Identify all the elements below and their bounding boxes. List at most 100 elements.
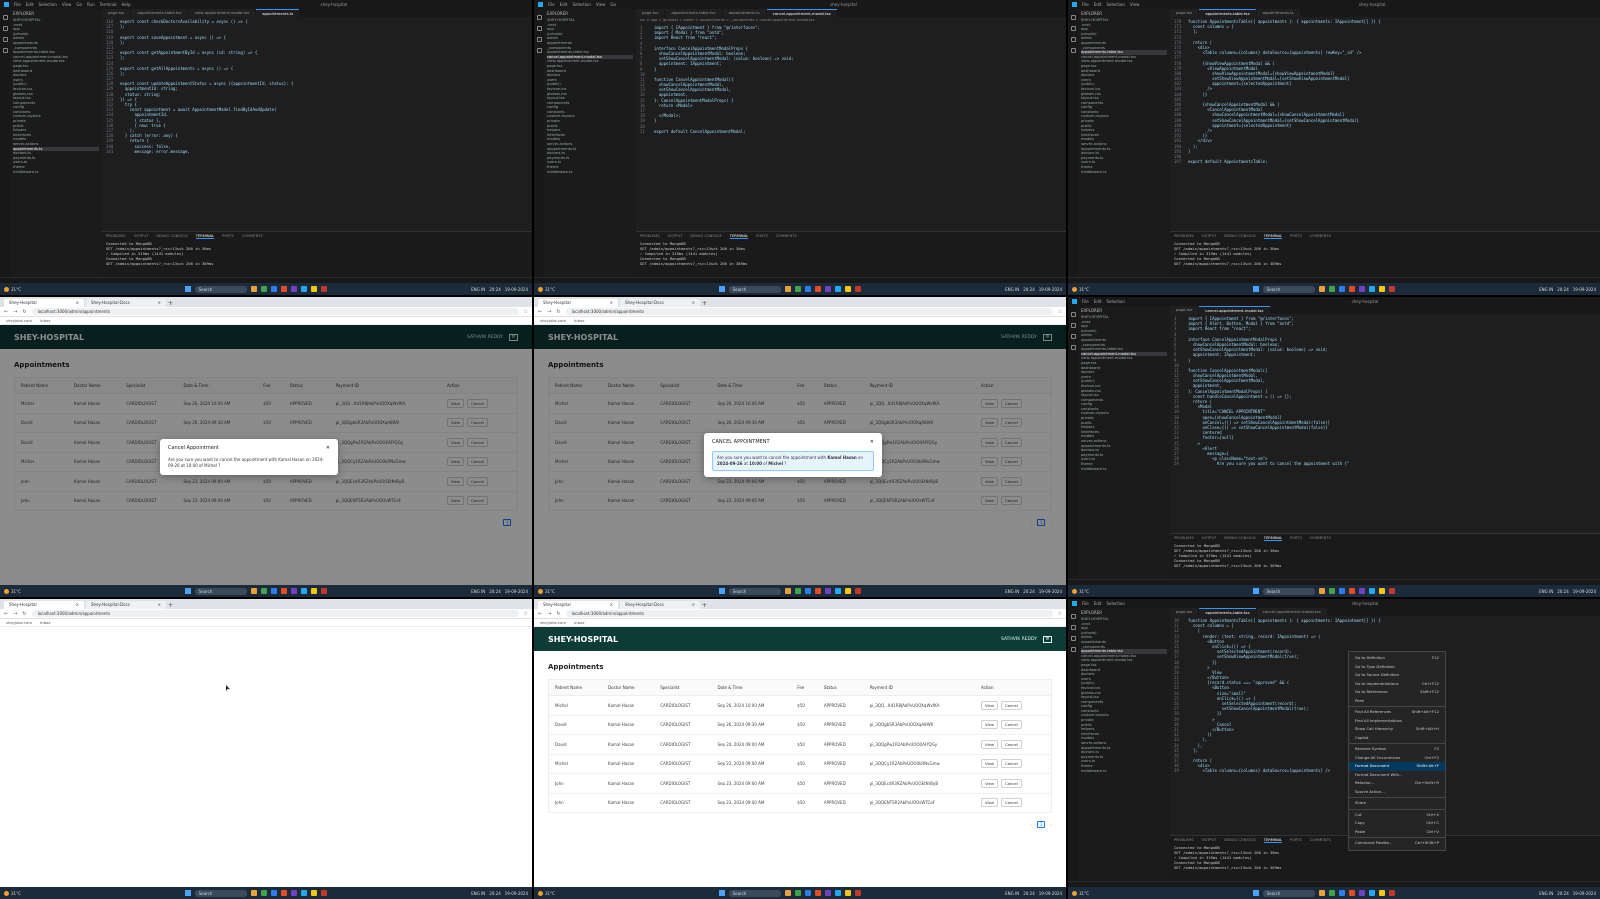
panel-tab-terminal[interactable]: TERMINAL bbox=[1263, 234, 1283, 239]
taskbar-app-icon[interactable] bbox=[1368, 286, 1375, 292]
taskbar-app-icon[interactable] bbox=[1378, 588, 1385, 594]
new-tab-icon[interactable]: + bbox=[702, 602, 707, 609]
taskbar-app-icon[interactable] bbox=[290, 286, 297, 292]
bookmark-link[interactable]: sheyjobs.com bbox=[540, 620, 566, 625]
tab-page[interactable]: page.tsx bbox=[1170, 9, 1199, 17]
forward-icon[interactable]: → bbox=[547, 611, 551, 617]
reload-icon[interactable]: ↻ bbox=[22, 611, 26, 617]
taskbar-search[interactable]: Search bbox=[1262, 889, 1315, 897]
taskbar-search[interactable]: Search bbox=[728, 889, 781, 897]
taskbar-app-icon[interactable] bbox=[300, 588, 307, 594]
weather-widget[interactable]: 31°C bbox=[538, 588, 574, 594]
taskbar-search[interactable]: Search bbox=[728, 587, 781, 595]
user-name[interactable]: SATHVIK REDDY bbox=[1001, 637, 1037, 642]
close-icon[interactable]: ✕ bbox=[326, 445, 330, 451]
context-menu-item[interactable]: Format Document With... bbox=[1349, 771, 1445, 780]
clock-time[interactable]: 20:24 bbox=[1557, 287, 1569, 292]
browser-tab[interactable]: Shey-Hospital-Docs × bbox=[620, 299, 700, 307]
context-menu-item[interactable]: Format Document Shift+Alt+F bbox=[1349, 762, 1445, 771]
reload-icon[interactable]: ↻ bbox=[22, 309, 26, 315]
windows-start-icon[interactable] bbox=[718, 890, 725, 896]
taskbar-app-icon[interactable] bbox=[804, 286, 811, 292]
context-menu-item[interactable]: Command Palette... Ctrl+Shift+P bbox=[1349, 839, 1445, 848]
taskbar-app-icon[interactable] bbox=[290, 890, 297, 896]
windows-start-icon[interactable] bbox=[718, 286, 725, 292]
menu-edit[interactable]: Edit bbox=[1094, 2, 1102, 7]
close-tab-icon[interactable]: × bbox=[158, 601, 161, 609]
view-button[interactable]: View bbox=[980, 739, 998, 749]
windows-start-icon[interactable] bbox=[718, 588, 725, 594]
menu-edit[interactable]: Edit bbox=[1094, 299, 1102, 304]
source-control-icon[interactable] bbox=[1070, 636, 1076, 641]
close-tab-icon[interactable]: × bbox=[692, 299, 695, 307]
taskbar-app-icon[interactable] bbox=[280, 890, 287, 896]
taskbar-search[interactable]: Search bbox=[194, 889, 247, 897]
clock-date[interactable]: 19-09-2024 bbox=[505, 589, 528, 594]
context-menu-item[interactable]: Find All References Shift+Alt+F12 bbox=[1349, 708, 1445, 717]
tab-page[interactable]: page.tsx bbox=[636, 9, 665, 17]
panel-tab-terminal[interactable]: TERMINAL bbox=[195, 234, 215, 239]
menu-view[interactable]: View bbox=[596, 2, 606, 7]
clock-time[interactable]: 20:24 bbox=[489, 891, 501, 896]
bookmark-link[interactable]: sheyjobs.com bbox=[540, 318, 566, 323]
close-tab-icon[interactable]: × bbox=[692, 601, 695, 609]
language-indicator[interactable]: ENG IN bbox=[1539, 891, 1553, 896]
language-indicator[interactable]: ENG IN bbox=[471, 589, 485, 594]
bookmark-star-icon[interactable]: ☆ bbox=[524, 611, 528, 617]
taskbar-app-icon[interactable] bbox=[320, 588, 327, 594]
taskbar-app-icon[interactable] bbox=[280, 286, 287, 292]
tab-cancel-appointment-modal[interactable]: cancel-appointment-modal.tsx bbox=[1199, 306, 1270, 314]
panel-tab-terminal[interactable]: TERMINAL bbox=[1263, 838, 1283, 843]
taskbar-app-icon[interactable] bbox=[250, 890, 257, 896]
taskbar-search[interactable]: Search bbox=[194, 285, 247, 293]
bookmark-link[interactable]: Inbox bbox=[40, 318, 50, 323]
taskbar-app-icon[interactable] bbox=[310, 890, 317, 896]
language-indicator[interactable]: ENG IN bbox=[1005, 589, 1019, 594]
context-menu-item[interactable]: Go to Type Definition bbox=[1349, 663, 1445, 672]
tab-cancel-appointment-modal[interactable]: cancel-appointment-modal.tsx bbox=[1256, 608, 1327, 616]
search-icon[interactable] bbox=[2, 26, 8, 31]
taskbar-app-icon[interactable] bbox=[260, 890, 267, 896]
panel-tab-output[interactable]: OUTPUT bbox=[1202, 234, 1217, 239]
taskbar-app-icon[interactable] bbox=[250, 286, 257, 292]
code-editor[interactable]: 1 import { IAppointment } from "@/interfa… bbox=[636, 23, 1066, 231]
back-icon[interactable]: ← bbox=[538, 309, 542, 315]
files-icon[interactable] bbox=[536, 15, 542, 20]
clock-time[interactable]: 20:24 bbox=[1557, 589, 1569, 594]
extensions-icon[interactable] bbox=[1070, 48, 1076, 53]
forward-icon[interactable]: → bbox=[547, 309, 551, 315]
url-input[interactable]: localhost:3000/admin/appointments bbox=[31, 610, 519, 617]
explorer-item[interactable]: middleware.ts bbox=[1081, 170, 1167, 175]
panel-tab-comments[interactable]: COMMENTS bbox=[1310, 536, 1331, 541]
taskbar-app-icon[interactable] bbox=[310, 588, 317, 594]
tab-page[interactable]: page.tsx bbox=[1170, 608, 1199, 616]
menu-go[interactable]: Go bbox=[76, 2, 82, 7]
tab-appointments-table[interactable]: appointments-table.tsx bbox=[665, 9, 722, 17]
taskbar-app-icon[interactable] bbox=[1388, 890, 1395, 896]
taskbar-search[interactable]: Search bbox=[728, 285, 781, 293]
windows-start-icon[interactable] bbox=[1252, 890, 1259, 896]
taskbar-app-icon[interactable] bbox=[834, 890, 841, 896]
panel-tab-terminal[interactable]: TERMINAL bbox=[729, 234, 749, 239]
weather-widget[interactable]: 31°C bbox=[4, 890, 40, 896]
tab-appointments-ts[interactable]: appointments.ts bbox=[722, 9, 766, 17]
menu-file[interactable]: File bbox=[548, 2, 555, 7]
source-control-icon[interactable] bbox=[2, 37, 8, 42]
taskbar-app-icon[interactable] bbox=[260, 588, 267, 594]
taskbar-app-icon[interactable] bbox=[834, 588, 841, 594]
panel-tab-output[interactable]: OUTPUT bbox=[1202, 536, 1217, 541]
context-menu-item[interactable]: Rename Symbol F2 bbox=[1349, 745, 1445, 754]
tab-appointments-table[interactable]: appointments-table.tsx bbox=[131, 9, 188, 17]
menu-help[interactable]: Help bbox=[122, 2, 131, 7]
panel-tab-ports[interactable]: PORTS bbox=[756, 234, 768, 239]
context-menu-item[interactable]: Copilot bbox=[1349, 734, 1445, 743]
taskbar-app-icon[interactable] bbox=[794, 588, 801, 594]
panel-tab-comments[interactable]: COMMENTS bbox=[1310, 234, 1331, 239]
cancel-button[interactable]: Cancel bbox=[1000, 720, 1022, 730]
next-page-icon[interactable]: › bbox=[1050, 822, 1052, 827]
tab-appointments-table[interactable]: appointments-table.tsx bbox=[1199, 608, 1256, 616]
panel-tab-problems[interactable]: PROBLEMS bbox=[1174, 234, 1194, 239]
browser-tab[interactable]: Shey-Hospital-Docs × bbox=[86, 601, 166, 609]
language-indicator[interactable]: ENG IN bbox=[1005, 287, 1019, 292]
panel-tab-terminal[interactable]: TERMINAL bbox=[1263, 536, 1283, 541]
